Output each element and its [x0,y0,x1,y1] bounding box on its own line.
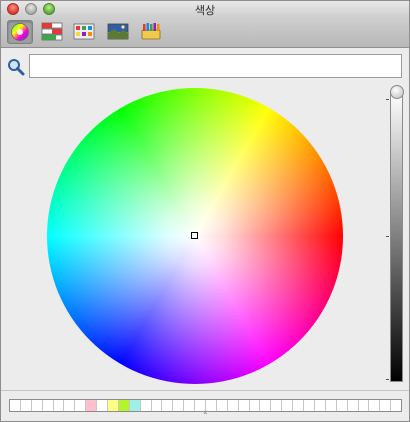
swatch-25[interactable] [282,400,294,411]
search-input[interactable] [29,54,402,78]
tab-crayons[interactable] [138,20,164,44]
swatch-31[interactable] [347,400,359,411]
color-wheel-cursor[interactable] [191,232,198,239]
swatch-30[interactable] [336,400,348,411]
swatch-29[interactable] [325,400,337,411]
brightness-tick-mid [386,236,389,237]
swatch-26[interactable] [293,400,305,411]
divider [1,390,409,391]
tab-image-palettes[interactable] [105,20,131,44]
swatch-34[interactable] [380,400,392,411]
search-icon[interactable] [7,58,25,76]
swatch-35[interactable] [391,400,402,411]
toolbar [1,17,409,48]
swatch-3[interactable] [42,400,54,411]
swatch-18[interactable] [206,400,217,411]
swatch-8[interactable] [97,400,109,411]
brightness-tick-top [386,99,389,100]
swatch-10[interactable] [118,400,130,411]
crayons-icon [141,23,161,40]
tab-color-sliders[interactable] [39,20,65,44]
swatch-16[interactable] [184,400,196,411]
tab-color-palettes[interactable] [71,20,97,44]
swatch-13[interactable] [151,400,163,411]
color-wheel-icon [11,23,29,41]
color-picker-window: 색상 ⌃ [0,0,410,422]
swatch-23[interactable] [260,400,272,411]
swatch-24[interactable] [271,400,283,411]
swatch-27[interactable] [304,400,315,411]
swatch-20[interactable] [227,400,239,411]
swatch-21[interactable] [238,400,250,411]
swatch-12[interactable] [140,400,152,411]
swatch-15[interactable] [173,400,185,411]
tab-color-wheel[interactable] [7,20,33,44]
resize-grip-icon[interactable]: ⌃ [202,412,209,420]
swatch-28[interactable] [314,400,326,411]
color-sliders-icon [41,22,63,41]
swatch-33[interactable] [369,400,381,411]
image-palettes-icon [107,23,129,40]
swatch-11[interactable] [129,400,141,411]
brightness-slider-knob[interactable] [390,85,404,99]
search-area [1,48,409,86]
color-palettes-icon [73,23,95,40]
swatch-32[interactable] [358,400,370,411]
swatch-5[interactable] [64,400,76,411]
swatch-19[interactable] [216,400,228,411]
swatch-9[interactable] [108,400,119,411]
brightness-tick-bottom [386,379,389,380]
swatch-7[interactable] [86,400,98,411]
swatch-4[interactable] [53,400,65,411]
swatch-6[interactable] [75,400,87,411]
swatch-17[interactable] [195,400,207,411]
swatch-14[interactable] [162,400,174,411]
title-bar[interactable]: 색상 [1,1,409,17]
swatch-0[interactable] [10,400,21,411]
swatch-2[interactable] [31,400,43,411]
swatch-1[interactable] [20,400,32,411]
window-title: 색상 [194,5,216,17]
swatch-22[interactable] [249,400,261,411]
brightness-slider[interactable] [390,91,403,382]
